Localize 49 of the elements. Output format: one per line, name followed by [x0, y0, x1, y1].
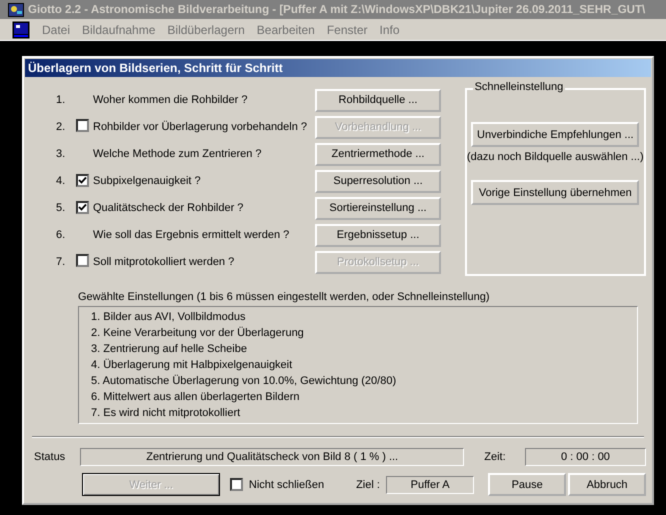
summary-line: 2. Keine Verarbeitung vor der Überlagerung: [91, 326, 305, 341]
step-number: 7.: [56, 256, 66, 268]
target-label: Ziel :: [356, 478, 380, 490]
step-button[interactable]: Zentriermethode ...: [315, 142, 441, 166]
step-number: 1.: [56, 94, 66, 106]
recommendations-button[interactable]: Unverbindiche Empfehlungen ...: [471, 122, 640, 147]
summary-line: 3. Zentrierung auf helle Scheibe: [91, 342, 248, 357]
keep-open-label: Nicht schließen: [248, 478, 324, 490]
previous-settings-button[interactable]: Vorige Einstellung übernehmen: [471, 180, 640, 205]
keep-open-checkbox[interactable]: [230, 478, 243, 491]
group-title: Schnelleinstellung: [472, 81, 566, 93]
step-question: Soll mitprotokolliert werden ?: [93, 256, 236, 268]
step-checkbox[interactable]: [76, 174, 89, 187]
status-label: Status: [33, 451, 66, 463]
target-field: Puffer A: [386, 476, 474, 494]
dialog-title: Überlagern von Bildserien, Schritt für Schritt: [28, 61, 283, 75]
pause-button[interactable]: Pause: [488, 473, 566, 496]
step-question: Woher kommen die Rohbilder ?: [93, 94, 248, 106]
step-checkbox[interactable]: [76, 254, 89, 267]
step-number: 5.: [56, 202, 66, 214]
step-button[interactable]: Rohbildquelle ...: [315, 88, 441, 112]
step-button[interactable]: Sortiereinstellung ...: [315, 196, 441, 220]
step-button[interactable]: Superresolution ...: [315, 170, 441, 192]
step-number: 3.: [56, 148, 66, 160]
time-label: Zeit:: [484, 451, 507, 463]
time-field: 0 : 00 : 00: [524, 448, 646, 466]
step-checkbox[interactable]: [76, 119, 89, 132]
summary-line: 7. Es wird nicht mitprotokolliert: [91, 406, 242, 421]
document-window-icon[interactable]: [12, 20, 30, 38]
step-question: Welche Methode zum Zentrieren ?: [93, 148, 263, 160]
summary-line: 1. Bilder aus AVI, Vollbildmodus: [91, 310, 246, 325]
step-button[interactable]: Ergebnissetup ...: [315, 224, 441, 246]
summary-label: Gewählte Einstellungen (1 bis 6 müssen eingestellt werden, oder Schnelleinstellung): [78, 291, 491, 303]
step-question: Qualitätscheck der Rohbilder ?: [93, 202, 244, 214]
summary-line: 6. Mittelwert aus allen überlagerten Bildern: [91, 390, 301, 405]
step-number: 2.: [56, 121, 66, 133]
abort-button[interactable]: Abbruch: [568, 473, 646, 496]
step-question: Rohbilder vor Überlagerung vorbehandeln ?: [93, 121, 308, 133]
summary-line: 5. Automatische Überlagerung von 10.0%, Gewichtung (20/80): [91, 374, 398, 389]
hint-text: (dazu noch Bildquelle auswählen ...): [466, 151, 644, 163]
summary-line: 4. Überlagerung mit Halbpixelgenauigkeit: [91, 358, 294, 373]
step-question: Subpixelgenauigkeit ?: [93, 175, 202, 187]
step-number: 6.: [56, 229, 66, 241]
status-field: Zentrierung und Qualitätscheck von Bild 8 ( 1 % ) ...: [80, 448, 464, 466]
step-checkbox[interactable]: [76, 201, 89, 214]
app-icon: [8, 2, 24, 18]
step-question: Wie soll das Ergebnis ermittelt werden ?: [93, 229, 290, 241]
app-title: Giotto 2.2 - Astronomische Bildverarbeitung - [Puffer A mit Z:\WindowsXP\DBK21\Jupiter 26.09.2011_SEHR_GUT\: [28, 4, 646, 16]
step-number: 4.: [56, 175, 66, 187]
